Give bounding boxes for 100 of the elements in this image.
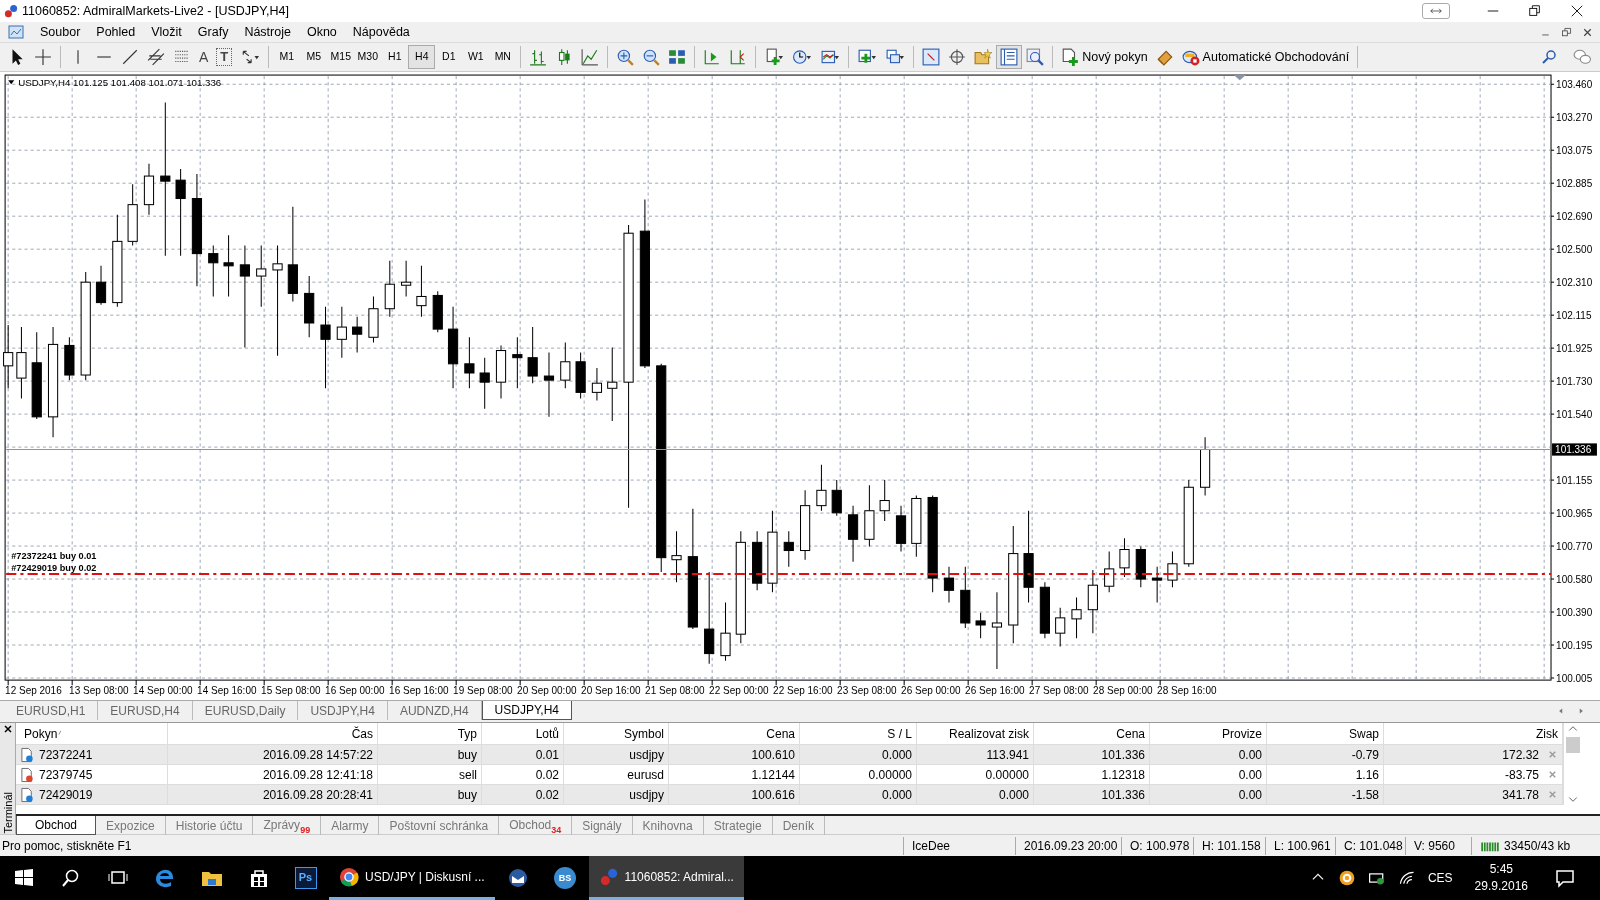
menu-item[interactable]: Nástroje: [236, 22, 299, 42]
app-logo-icon: [598, 866, 619, 887]
collapse-triangle-icon[interactable]: [8, 80, 15, 85]
chart-tab[interactable]: USDJPY,H4: [481, 701, 573, 720]
table-cell: 0.00: [1150, 745, 1267, 765]
start-icon[interactable]: [12, 867, 35, 889]
timeframe-button[interactable]: M30: [354, 45, 382, 69]
candle: [223, 234, 234, 297]
candle: [464, 336, 475, 389]
timeframe-button[interactable]: D1: [435, 45, 463, 69]
timeframe-button[interactable]: MN: [489, 45, 517, 69]
tester-icon[interactable]: [1026, 48, 1045, 66]
taskbar-button[interactable]: 11060852: Admiral...: [588, 856, 744, 900]
line-chart-icon[interactable]: [581, 48, 600, 66]
wifi-icon[interactable]: [1397, 869, 1416, 887]
status-text: H: 101.158: [1202, 838, 1261, 853]
zoom-out-icon[interactable]: [642, 48, 661, 66]
table-cell: usdjpy: [564, 745, 669, 765]
notification-icon[interactable]: [1554, 867, 1576, 889]
crosshair-icon[interactable]: [34, 48, 52, 66]
menu-item[interactable]: Vložit: [143, 22, 190, 42]
timeframe-button[interactable]: M5: [300, 45, 328, 69]
candle: [256, 244, 267, 308]
menu-item[interactable]: Soubor: [32, 22, 89, 42]
time-label: 20 Sep 16:00: [581, 685, 641, 697]
app-icon[interactable]: Ps: [294, 867, 317, 889]
candle: [479, 357, 490, 410]
chart-tab[interactable]: EURUSD,Daily: [192, 701, 299, 720]
chart-tab[interactable]: EURUSD,H1: [4, 701, 99, 720]
chart-shift-icon[interactable]: [729, 48, 748, 66]
close-icon[interactable]: [1570, 4, 1584, 18]
candle: [783, 530, 794, 568]
new-chart-icon[interactable]: [857, 48, 878, 66]
taskbar-button[interactable]: USD/JPY | Diskusní ...: [329, 856, 495, 900]
chart-tab[interactable]: AUDNZD,H4: [387, 701, 482, 720]
navigator-icon[interactable]: [1000, 48, 1019, 66]
mail-bird-icon[interactable]: [507, 867, 530, 889]
order-icon[interactable]: [20, 746, 35, 763]
browser-e-icon[interactable]: [153, 867, 176, 889]
menu-item[interactable]: Nápověda: [344, 22, 418, 42]
order-icon[interactable]: [20, 766, 35, 783]
candle: [543, 352, 555, 418]
window-title: 11060852: AdmiralMarkets-Live2 - [USDJPY,H4]: [22, 2, 290, 20]
menu-item[interactable]: Okno: [298, 22, 345, 42]
table-cell: -0.79: [1267, 745, 1384, 765]
language-indicator[interactable]: CES: [1427, 869, 1453, 887]
panel-title: Terminál: [0, 792, 15, 834]
column-header[interactable]: Pokyn: [24, 722, 58, 745]
terminal-tab[interactable]: Obchod: [16, 816, 97, 835]
menu-item[interactable]: Pohled: [88, 22, 144, 42]
close-icon[interactable]: [1, 723, 14, 735]
order-line[interactable]: [6, 572, 1551, 575]
trend-line-icon[interactable]: [121, 48, 139, 66]
template-icon[interactable]: [820, 48, 841, 66]
timeframe-button[interactable]: M1: [273, 45, 301, 69]
bar-chart-icon[interactable]: [529, 48, 548, 66]
chart-tab[interactable]: USDJPY,H4: [298, 701, 388, 720]
price-label: 100.195: [1556, 639, 1593, 651]
candle: [816, 464, 827, 512]
time-label: 13 Sep 08:00: [69, 685, 129, 697]
timeframe-button[interactable]: M15: [327, 45, 355, 69]
auto-trading-button[interactable]: Automatické Obchodování: [1177, 45, 1354, 69]
chat-icon[interactable]: [1572, 48, 1592, 66]
candle: [575, 352, 586, 399]
scrollbar-thumb[interactable]: [1565, 737, 1580, 753]
folder-star-icon[interactable]: [974, 48, 993, 66]
clock-icon[interactable]: [792, 48, 813, 66]
indicator-add-icon[interactable]: [764, 48, 785, 66]
timeframe-button[interactable]: W1: [462, 45, 490, 69]
help-text: Pro pomoc, stiskněte F1: [1, 837, 133, 855]
restore-icon[interactable]: [1528, 4, 1542, 18]
tile-windows-icon[interactable]: [668, 48, 687, 66]
text-tool-button[interactable]: A: [195, 45, 213, 69]
app-icon[interactable]: BS: [554, 867, 577, 889]
clock-time[interactable]: 5:45: [1489, 861, 1513, 878]
timeframe-button[interactable]: H1: [381, 45, 409, 69]
channel-icon[interactable]: [147, 48, 165, 66]
status-text: 2016.09.23 20:00: [1024, 838, 1118, 853]
target-icon[interactable]: [948, 48, 967, 66]
time-label: 19 Sep 08:00: [453, 685, 513, 697]
shift-marker-icon[interactable]: [1233, 75, 1246, 81]
candle: [208, 244, 219, 297]
profiles-icon[interactable]: [885, 48, 906, 66]
label-tool-button[interactable]: T: [216, 48, 233, 66]
order-icon[interactable]: [20, 786, 35, 803]
candle: [1119, 537, 1130, 578]
chart-tab[interactable]: EURUSD,H4: [98, 701, 193, 720]
data-window-icon[interactable]: [922, 48, 941, 66]
autoscroll-icon[interactable]: [703, 48, 722, 66]
zoom-in-icon[interactable]: [616, 48, 635, 66]
time-label: 26 Sep 16:00: [965, 685, 1025, 697]
candle: [591, 367, 603, 402]
table-cell: 101.336: [1034, 785, 1150, 805]
clock-date[interactable]: 29.9.2016: [1474, 878, 1528, 895]
arrows-icon[interactable]: [240, 48, 261, 66]
timeframe-button[interactable]: H4: [408, 45, 436, 69]
menu-item[interactable]: Grafy: [189, 22, 237, 42]
new-order-button[interactable]: Nový pokyn: [1057, 45, 1152, 69]
candle: [671, 530, 682, 583]
ring-icon[interactable]: [1337, 869, 1356, 887]
